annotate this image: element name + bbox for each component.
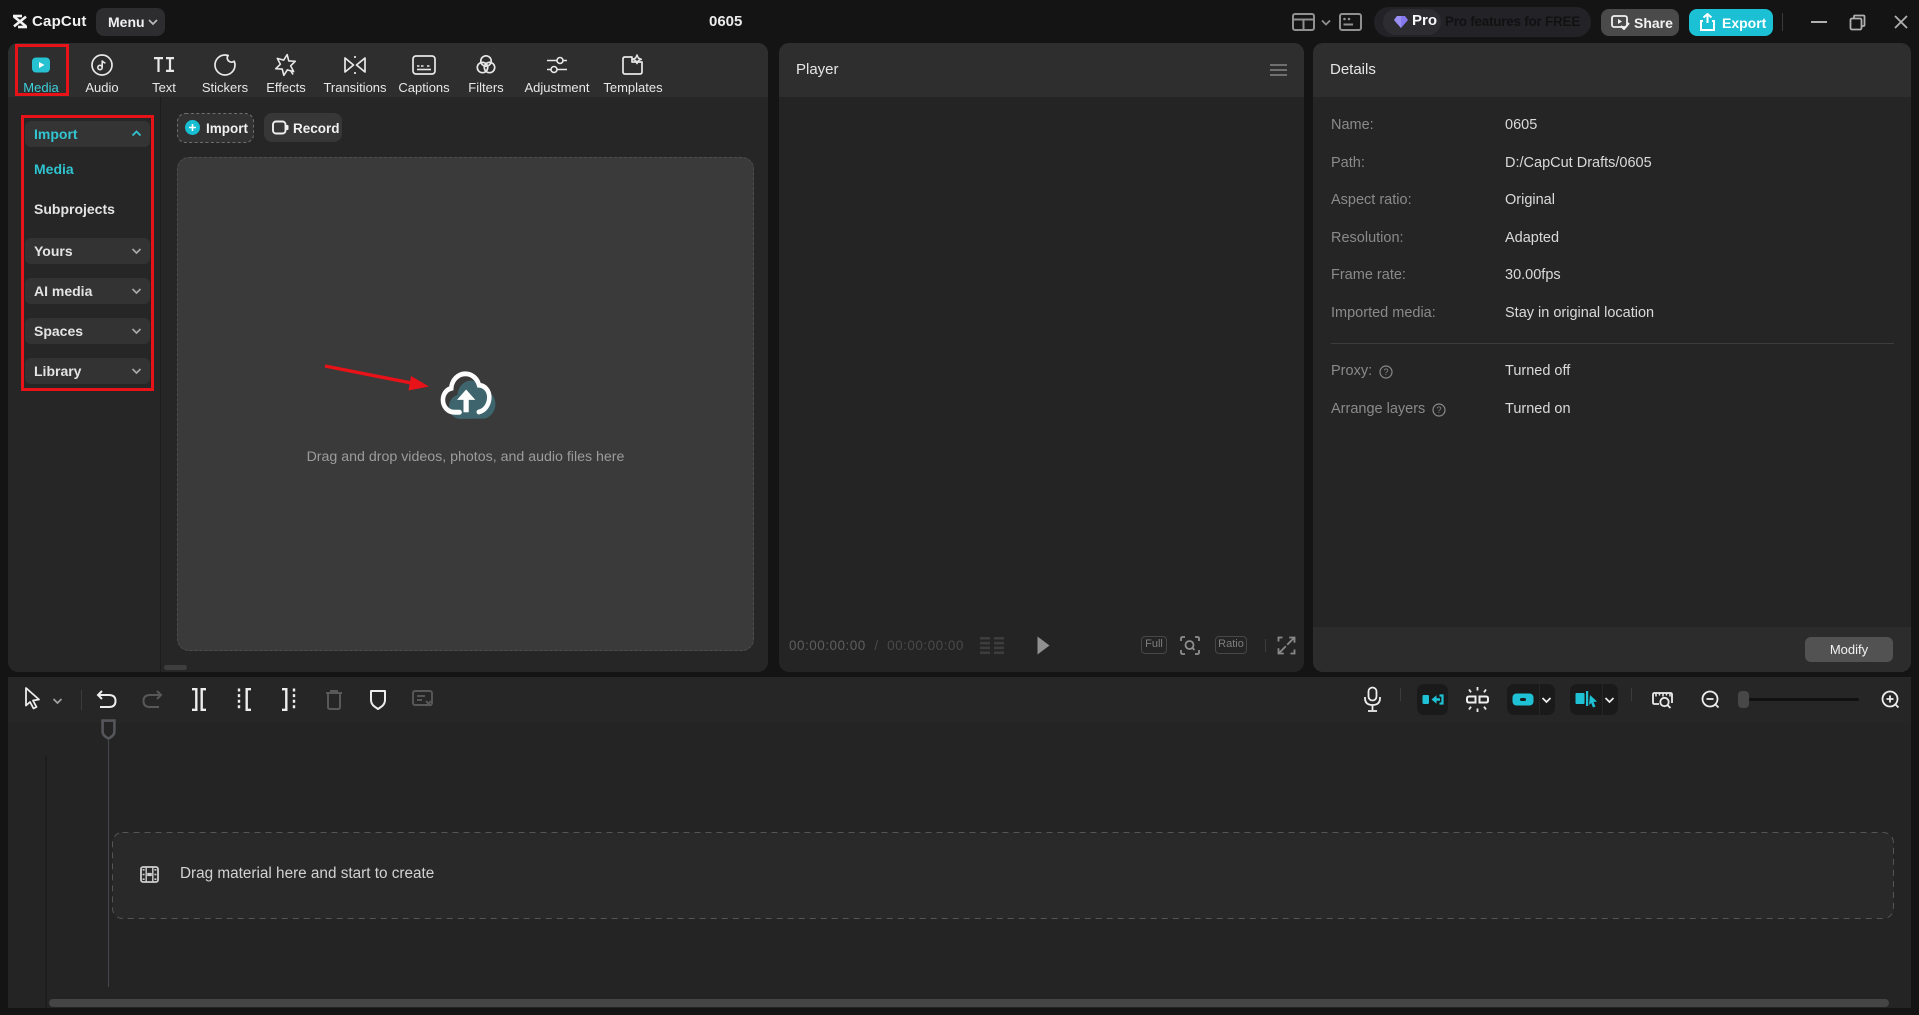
svg-text:?: ?: [1383, 367, 1388, 377]
svg-text:?: ?: [1436, 405, 1441, 415]
